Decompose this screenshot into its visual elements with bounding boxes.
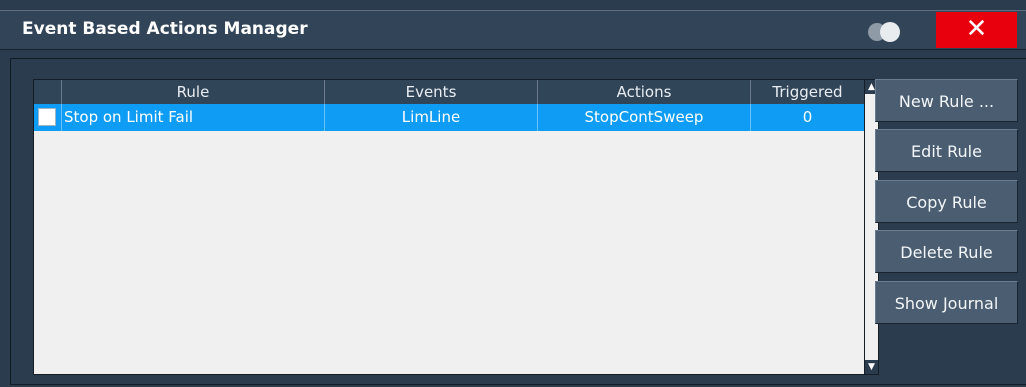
copy-rule-button[interactable]: Copy Rule	[875, 180, 1018, 223]
close-button[interactable]: ✕	[936, 12, 1017, 48]
header-actions[interactable]: Actions	[538, 80, 751, 104]
toggle-icon[interactable]	[868, 22, 904, 42]
new-rule-button[interactable]: New Rule ...	[875, 79, 1018, 122]
cell-actions: StopContSweep	[538, 104, 751, 131]
row-checkbox-cell	[34, 104, 62, 131]
rules-table: Rule Events Actions Triggered Stop on Li…	[33, 79, 865, 375]
title-bar: Event Based Actions Manager ✕	[0, 10, 1026, 50]
header-events[interactable]: Events	[325, 80, 538, 104]
content-panel: Rule Events Actions Triggered Stop on Li…	[10, 58, 1026, 385]
header-rule[interactable]: Rule	[62, 80, 325, 104]
row-checkbox[interactable]	[38, 108, 56, 126]
header-checkbox-col	[34, 80, 62, 104]
show-journal-button[interactable]: Show Journal	[875, 281, 1018, 324]
close-icon: ✕	[965, 14, 988, 44]
scroll-down-icon[interactable]: ▼	[865, 360, 878, 374]
edit-rule-button[interactable]: Edit Rule	[875, 129, 1018, 172]
delete-rule-button[interactable]: Delete Rule	[875, 230, 1018, 273]
vertical-scrollbar[interactable]: ▲ ▼	[865, 79, 879, 375]
window-title: Event Based Actions Manager	[22, 19, 308, 39]
cell-triggered: 0	[802, 108, 813, 126]
event-based-actions-window: Event Based Actions Manager ✕ Rule Event…	[0, 0, 1026, 387]
cell-events: LimLine	[325, 104, 538, 131]
toggle-front-knob	[880, 22, 900, 42]
table-header: Rule Events Actions Triggered	[34, 80, 864, 104]
header-triggered[interactable]: Triggered	[751, 80, 864, 104]
cell-rule: Stop on Limit Fail	[62, 104, 325, 131]
table-row[interactable]: Stop on Limit Fail LimLine StopContSweep…	[34, 104, 864, 131]
